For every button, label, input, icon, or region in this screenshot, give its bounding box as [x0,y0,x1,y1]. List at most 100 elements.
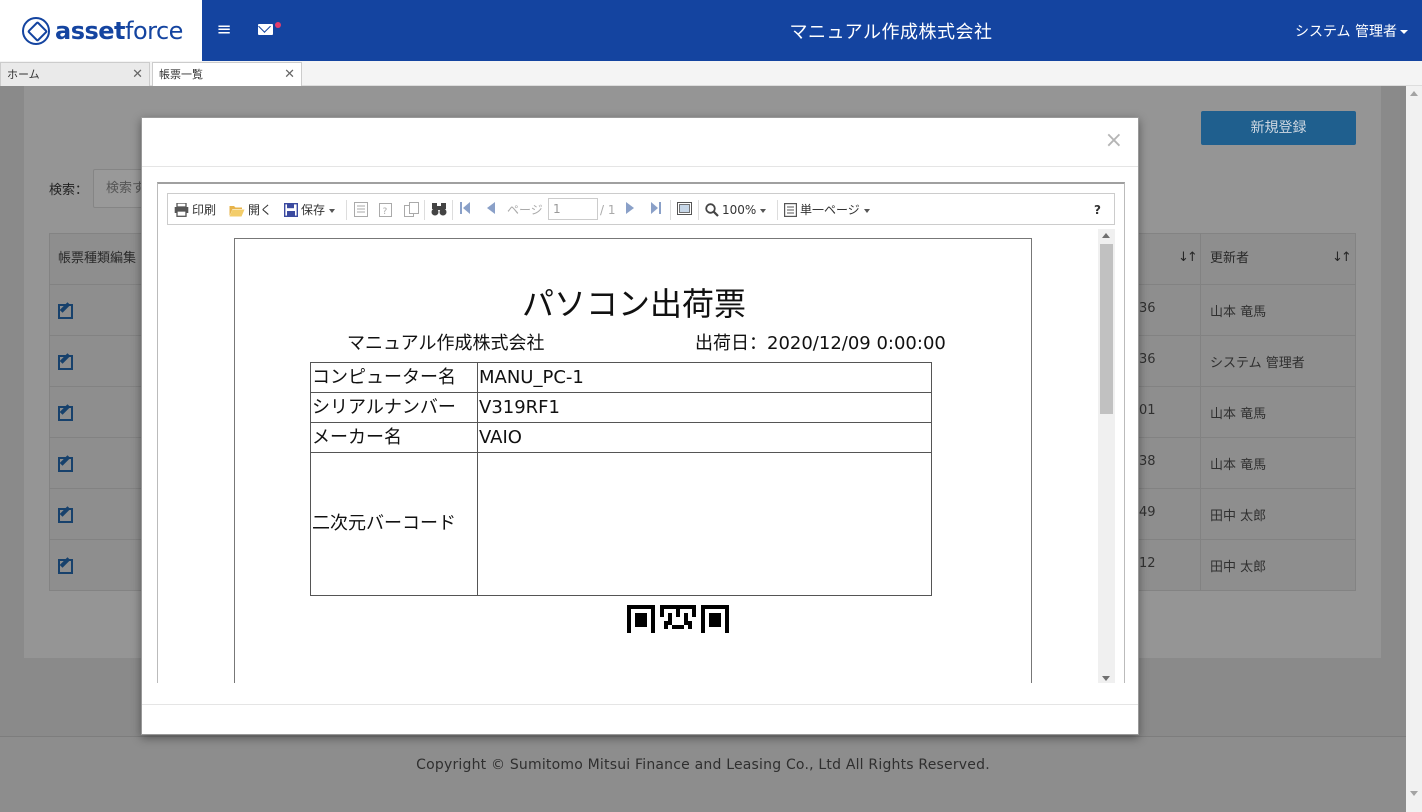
parameters-icon: ? [379,203,392,217]
column-header-form-type[interactable]: 帳票種類編集 [58,233,136,284]
toolbar-divider [777,200,778,220]
copy-icon [404,202,419,217]
page-total: / 1 [600,203,616,217]
document-company: マニュアル作成株式会社 [347,333,545,354]
tab-home[interactable]: ホーム ✕ [0,62,150,86]
first-page-button[interactable] [460,202,470,218]
table-cell-updater: 山本 竜馬 [1210,407,1267,422]
document-page: パソコン出荷票 マニュアル作成株式会社 出荷日：2020/12/09 0:00:… [234,238,1032,683]
parameters-button[interactable]: ? [379,202,392,218]
print-button[interactable]: 印刷 [174,202,216,218]
column-divider [1200,233,1201,591]
svg-text:?: ? [383,207,388,217]
top-header: assetforce ≡ マニュアル作成株式会社 システム 管理者 [0,0,1422,61]
report-viewer: 印刷 開く 保存 ? ページ 1 / 1 100% 単一ページ ? パソコン出荷… [157,182,1125,683]
tab-bar: ホーム ✕ 帳票一覧 ✕ [0,61,1422,86]
close-icon[interactable]: ✕ [132,63,143,86]
tab-label: 帳票一覧 [159,68,203,81]
previous-page-icon [487,202,495,214]
search-label: 検索： [49,183,89,198]
single-page-icon [784,203,797,217]
toolbar-divider [346,200,347,220]
toolbar-divider [670,200,671,220]
sort-icon[interactable]: ↓↑ [1178,250,1198,265]
table-cell-updated: 01 [1139,403,1156,418]
table-cell-updated: 49 [1139,505,1156,520]
close-icon[interactable]: × [1105,129,1123,153]
page-scrollbar[interactable] [1406,86,1422,812]
document-map-icon [354,202,368,217]
scroll-down-icon[interactable] [1102,676,1110,681]
edit-icon[interactable] [58,353,73,370]
scroll-down-icon[interactable] [1410,791,1418,796]
next-page-icon [626,202,634,214]
table-row: コンピューター名 MANU_PC-1 [310,362,932,393]
table-row: 二次元バーコード [310,452,932,596]
open-button[interactable]: 開く [229,202,272,218]
zoom-dropdown[interactable]: 100% [705,202,767,218]
full-screen-button[interactable] [677,202,692,218]
table-cell-updated: 36 [1139,301,1156,316]
save-button[interactable]: 保存 [284,202,336,218]
table-row: シリアルナンバー V319RF1 [310,392,932,423]
page-number-input[interactable]: 1 [548,198,598,220]
document-scrollbar[interactable] [1098,229,1115,683]
report-preview-modal: × 印刷 開く 保存 ? ページ 1 / 1 100% 単一ページ ? パソコン… [141,117,1139,735]
column-header-updater[interactable]: 更新者 [1210,233,1249,284]
edit-icon[interactable] [58,455,73,472]
chevron-down-icon [760,208,767,213]
previous-page-button[interactable] [487,202,495,218]
page-label: ページ [507,203,543,217]
document-canvas[interactable]: パソコン出荷票 マニュアル作成株式会社 出荷日：2020/12/09 0:00:… [158,229,1124,683]
scrollbar-thumb[interactable] [1100,244,1113,414]
scroll-up-icon[interactable] [1102,233,1110,238]
field-label: シリアルナンバー [310,392,478,423]
view-mode-dropdown[interactable]: 単一ページ [784,202,870,218]
table-cell-updater: 田中 太郎 [1210,560,1267,575]
binoculars-icon [431,203,447,216]
next-page-button[interactable] [626,202,634,218]
table-cell-updater: システム 管理者 [1210,356,1305,371]
qr-code-image [627,605,729,633]
full-screen-icon [677,202,692,215]
table-cell-updater: 山本 竜馬 [1210,305,1267,320]
last-page-icon [651,202,661,214]
tab-label: ホーム [7,68,40,81]
find-button[interactable] [431,202,447,218]
toolbar-divider [424,200,425,220]
table-cell-updated: 36 [1139,352,1156,367]
edit-icon[interactable] [58,506,73,523]
toolbar-divider [452,200,453,220]
chevron-down-icon [329,208,336,213]
edit-icon[interactable] [58,404,73,421]
company-title: マニュアル作成株式会社 [789,22,993,43]
copy-button[interactable] [404,202,419,218]
document-ship-date: 出荷日：2020/12/09 0:00:00 [695,333,946,354]
field-label: メーカー名 [310,422,478,453]
scroll-up-icon[interactable] [1410,91,1418,96]
close-icon[interactable]: ✕ [284,63,295,86]
sort-icon[interactable]: ↓↑ [1332,250,1352,265]
field-label: 二次元バーコード [310,452,478,596]
modal-footer [142,704,1138,734]
new-register-button[interactable]: 新規登録 [1201,111,1356,145]
document-fields-table: コンピューター名 MANU_PC-1 シリアルナンバー V319RF1 メーカー… [310,362,932,596]
field-value: VAIO [477,422,932,453]
edit-icon[interactable] [58,557,73,574]
table-cell-updated: 12 [1139,556,1156,571]
page-footer: Copyright © Sumitomo Mitsui Finance and … [0,736,1406,812]
table-cell-updater: 田中 太郎 [1210,509,1267,524]
chevron-down-icon [863,208,870,213]
magnifier-icon [705,203,719,217]
last-page-button[interactable] [651,202,661,218]
save-icon [284,203,298,217]
viewer-toolbar: 印刷 開く 保存 ? ページ 1 / 1 100% 単一ページ ? [167,193,1115,225]
table-cell-updater: 山本 竜馬 [1210,458,1267,473]
user-menu[interactable]: システム 管理者 [1295,21,1408,41]
document-map-button[interactable] [354,202,368,218]
help-button[interactable]: ? [1094,202,1101,218]
tab-form-list[interactable]: 帳票一覧 ✕ [152,62,302,86]
table-cell-updated: 38 [1139,454,1156,469]
edit-icon[interactable] [58,302,73,319]
field-label: コンピューター名 [310,362,478,393]
